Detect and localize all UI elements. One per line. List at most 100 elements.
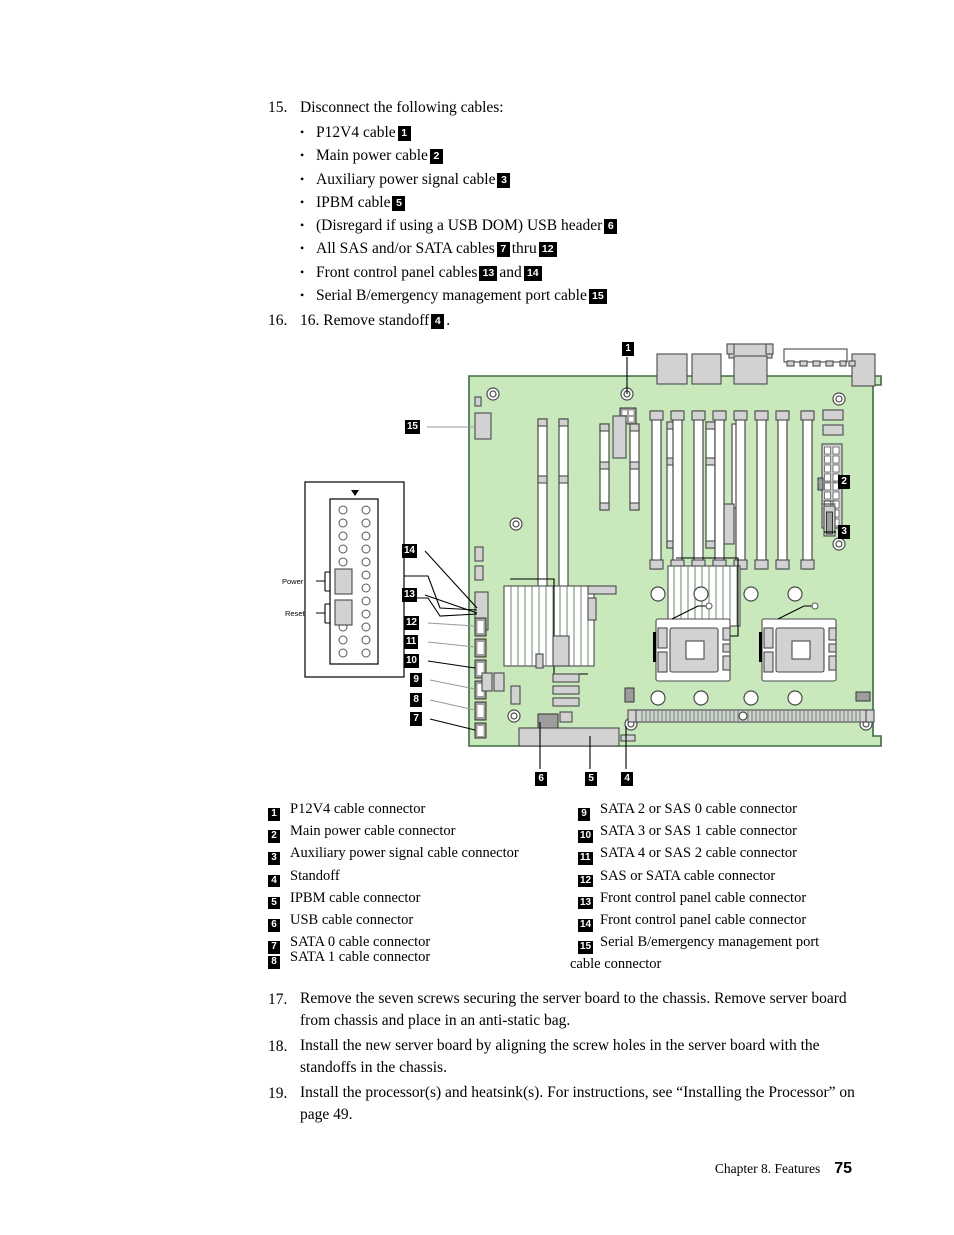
- list-item: • Front control panel cables 13 and 14: [300, 261, 888, 284]
- step-18-text: Install the new server board by aligning…: [300, 1037, 820, 1076]
- figure-callout-12: 12: [404, 616, 419, 630]
- bullet-dot-icon: •: [300, 171, 305, 186]
- footer-page-number: 75: [834, 1160, 852, 1177]
- list-item: • (Disregard if using a USB DOM) USB hea…: [300, 214, 888, 237]
- callout-chip: 4: [431, 314, 445, 330]
- step-16: 16. 16. Remove standoff 4.: [268, 309, 888, 332]
- figure-callout-1: 1: [622, 342, 634, 356]
- bullet-text-mid: and: [499, 263, 522, 281]
- legend-item: 8 SATA 1 cable connector: [268, 948, 568, 970]
- legend-label: P12V4 cable connector: [290, 801, 426, 817]
- legend-item: 4 Standoff: [268, 867, 568, 889]
- legend-label: Auxiliary power signal cable connector: [290, 845, 519, 862]
- legend-label: SAS or SATA cable connector: [600, 867, 776, 884]
- list-item: • IPBM cable 5: [300, 191, 888, 214]
- bullet-dot-icon: •: [300, 125, 305, 139]
- bullet-text: Front control panel cables: [316, 263, 478, 281]
- callout-chip: 3: [497, 172, 511, 188]
- figure-callout-11: 11: [404, 635, 419, 649]
- figure-callout-10: 10: [404, 654, 419, 668]
- bullet-text: Auxiliary power signal cable: [316, 170, 496, 188]
- callout-chip: 13: [479, 265, 498, 281]
- step-16-post: .: [446, 312, 451, 330]
- step-16-text: 16. Remove standoff: [300, 312, 430, 330]
- callout-chip: 2: [429, 149, 443, 165]
- step-18: 18. Install the new server board by alig…: [268, 1035, 878, 1079]
- legend-item: 12 SAS or SATA cable connector: [570, 867, 888, 889]
- figure-callout-4: 4: [621, 772, 633, 786]
- bullet-text: All SAS and/or SATA cables: [316, 240, 495, 258]
- bullet-text: Serial B/emergency management port cable: [316, 287, 587, 305]
- step-16-number: 16.: [268, 312, 288, 330]
- bullet-dot-icon: •: [300, 194, 305, 209]
- legend-item: 11 SATA 4 or SAS 2 cable connector: [570, 844, 888, 866]
- legend-label: SATA 3 or SAS 1 cable connector: [600, 823, 797, 840]
- step-19: 19. Install the processor(s) and heatsin…: [268, 1082, 878, 1126]
- legend-item-8-wrapper: 8 SATA 1 cable connector: [268, 948, 568, 970]
- bullet-dot-icon: •: [300, 288, 305, 303]
- step-15: 15. Disconnect the following cables:: [268, 96, 888, 119]
- legend-chip: 3: [268, 852, 280, 865]
- legend-label-continuation: cable connector: [570, 956, 662, 973]
- legend-column-right: 9 SATA 2 or SAS 0 cable connector 10 SAT…: [570, 800, 888, 975]
- legend-chip: 10: [578, 830, 594, 843]
- step-19-text: Install the processor(s) and heatsink(s)…: [300, 1084, 855, 1123]
- bullet-dot-icon: •: [300, 241, 305, 256]
- list-item: • All SAS and/or SATA cables 7 thru 12: [300, 237, 888, 260]
- legend-chip: 11: [578, 852, 593, 865]
- legend-chip: 13: [578, 896, 594, 910]
- bullet-text: Main power cable: [316, 147, 428, 165]
- legend-label: SATA 1 cable connector: [290, 949, 431, 965]
- figure-callout-15: 15: [405, 420, 420, 434]
- legend-item: 5 IPBM cable connector: [268, 889, 568, 911]
- callout-chip: 6: [604, 219, 618, 235]
- bullet-text-mid: thru: [511, 240, 537, 258]
- callout-chip: 14: [523, 265, 542, 281]
- callout-chip: 7: [496, 242, 510, 258]
- legend-chip: 2: [268, 830, 280, 843]
- legend-chip: 9: [578, 808, 590, 821]
- legend-label: Front control panel cable connector: [600, 889, 807, 906]
- legend-label: Serial B/emergency management port: [600, 934, 820, 951]
- legend-chip: 15: [578, 941, 594, 954]
- figure-callout-7: 7: [410, 712, 422, 726]
- legend-item: 6 USB cable connector: [268, 911, 568, 933]
- legend-item: 10 SATA 3 or SAS 1 cable connector: [570, 822, 888, 844]
- list-item: • Serial B/emergency management port cab…: [300, 284, 888, 307]
- legend-item: 2 Main power cable connector: [268, 822, 568, 844]
- step-18-number: 18.: [268, 1038, 288, 1055]
- figure-callout-14: 14: [402, 544, 417, 558]
- legend-chip: 12: [578, 874, 594, 888]
- figure-callout-3: 3: [838, 525, 850, 539]
- legend-label: Standoff: [290, 867, 340, 884]
- legend-label: Main power cable connector: [290, 823, 456, 840]
- legend-label: IPBM cable connector: [290, 889, 421, 906]
- page-footer: Chapter 8. Features 75: [0, 1160, 954, 1178]
- legend-item: 15 Serial B/emergency management port: [570, 933, 888, 955]
- figure-callout-6: 6: [535, 772, 547, 786]
- figure-callout-9: 9: [410, 673, 422, 687]
- callout-chip: 15: [588, 289, 607, 305]
- figure-callout-5: 5: [585, 772, 597, 786]
- step-17-number: 17.: [268, 991, 288, 1008]
- bullet-text: P12V4 cable: [316, 124, 396, 141]
- figure-callout-2: 2: [838, 475, 850, 489]
- callout-chip: 1: [397, 126, 411, 141]
- legend-label: Front control panel cable connector: [600, 912, 807, 929]
- legend-item: 1 P12V4 cable connector: [268, 800, 568, 822]
- step-17: 17. Remove the seven screws securing the…: [268, 988, 878, 1032]
- legend-chip: 8: [268, 956, 280, 969]
- cable-bullet-list: • P12V4 cable 1 • Main power cable 2 • Aux…: [268, 121, 888, 307]
- legend-chip: 1: [268, 808, 280, 821]
- legend-label: SATA 2 or SAS 0 cable connector: [600, 801, 797, 817]
- instruction-steps-bottom: 17. Remove the seven screws securing the…: [268, 988, 878, 1129]
- bullet-text: IPBM cable: [316, 193, 391, 211]
- legend-item: 14 Front control panel cable connector: [570, 911, 888, 933]
- callout-chip: 5: [392, 195, 406, 211]
- footer-chapter: Chapter 8. Features: [714, 1161, 821, 1176]
- list-item: • Main power cable 2: [300, 144, 888, 167]
- bullet-text: (Disregard if using a USB DOM) USB heade…: [316, 217, 603, 235]
- instruction-steps-top: 15. Disconnect the following cables: • P…: [268, 96, 888, 334]
- bullet-dot-icon: •: [300, 264, 305, 279]
- legend-item: 3 Auxiliary power signal cable connector: [268, 844, 568, 866]
